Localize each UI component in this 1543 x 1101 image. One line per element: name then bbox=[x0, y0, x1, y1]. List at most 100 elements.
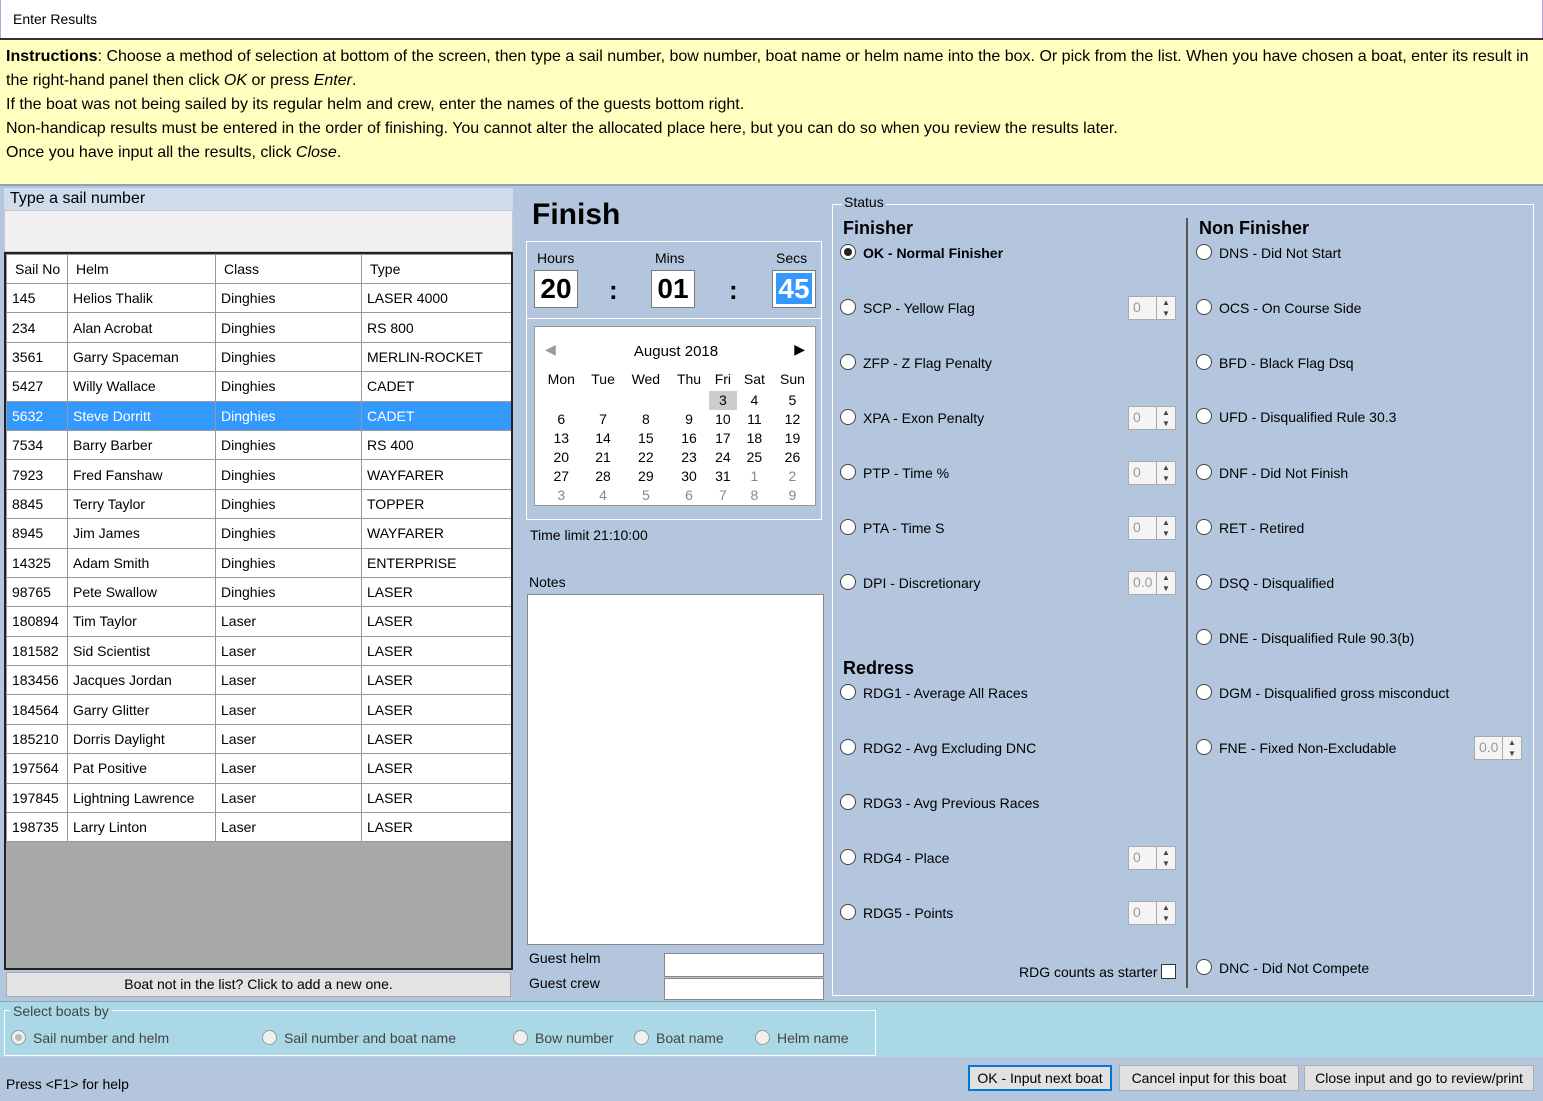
calendar-day[interactable]: 3 bbox=[539, 486, 584, 505]
calendar-day[interactable]: 29 bbox=[623, 467, 670, 486]
spinner-arrows-icon[interactable]: ▲ ▼ bbox=[1156, 517, 1175, 539]
nonfinisher-radio[interactable] bbox=[1196, 574, 1212, 590]
nonfinisher-radio[interactable] bbox=[1196, 684, 1212, 700]
column-header[interactable]: Class bbox=[215, 254, 362, 284]
spinner-arrows-icon[interactable]: ▲ ▼ bbox=[1156, 902, 1175, 924]
finisher-radio[interactable] bbox=[840, 464, 856, 480]
redress-radio[interactable] bbox=[840, 849, 856, 865]
nonfinisher-radio[interactable] bbox=[1196, 464, 1212, 480]
spinner-arrows-icon[interactable]: ▲ ▼ bbox=[1502, 737, 1521, 759]
calendar-day[interactable]: 16 bbox=[669, 429, 709, 448]
calendar-day[interactable]: 31 bbox=[709, 467, 737, 486]
calendar-day[interactable]: 21 bbox=[584, 448, 623, 467]
redress-radio[interactable] bbox=[840, 684, 856, 700]
table-row[interactable]: 5427 Willy Wallace Dinghies CADET bbox=[6, 371, 511, 402]
calendar-day[interactable]: 6 bbox=[539, 410, 584, 429]
calendar-day[interactable]: 23 bbox=[669, 448, 709, 467]
redress-spinner[interactable]: 0 ▲ ▼ bbox=[1128, 901, 1176, 925]
spinner-arrows-icon[interactable]: ▲ ▼ bbox=[1156, 462, 1175, 484]
select-by-radio[interactable] bbox=[513, 1030, 528, 1045]
next-month-icon[interactable]: ▶ bbox=[794, 341, 805, 358]
finisher-radio[interactable] bbox=[840, 519, 856, 535]
calendar-day[interactable]: 19 bbox=[772, 429, 813, 448]
mins-input[interactable]: 01 bbox=[651, 270, 695, 308]
nonfinisher-radio[interactable] bbox=[1196, 244, 1212, 260]
calendar-day[interactable]: 28 bbox=[584, 467, 623, 486]
calendar-day[interactable]: 27 bbox=[539, 467, 584, 486]
calendar-day[interactable]: 8 bbox=[623, 410, 670, 429]
calendar-day[interactable]: 26 bbox=[772, 448, 813, 467]
calendar-day[interactable]: 12 bbox=[772, 410, 813, 429]
calendar-day[interactable]: 1 bbox=[737, 467, 772, 486]
table-row[interactable]: 183456 Jacques Jordan Laser LASER bbox=[6, 665, 511, 696]
calendar-day[interactable]: 10 bbox=[709, 410, 737, 429]
column-header[interactable]: Sail No bbox=[6, 254, 68, 284]
calendar-day[interactable]: 11 bbox=[737, 410, 772, 429]
finisher-spinner[interactable]: 0.0 ▲ ▼ bbox=[1128, 571, 1176, 595]
calendar-day[interactable]: 4 bbox=[737, 391, 772, 410]
nonfinisher-radio[interactable] bbox=[1196, 354, 1212, 370]
redress-radio[interactable] bbox=[840, 794, 856, 810]
select-by-radio[interactable] bbox=[11, 1030, 26, 1045]
table-row[interactable]: 185210 Dorris Daylight Laser LASER bbox=[6, 723, 511, 755]
calendar-month[interactable]: August 2018 bbox=[535, 343, 817, 360]
table-row[interactable]: 3561 Garry Spaceman Dinghies MERLIN-ROCKET bbox=[6, 341, 511, 373]
finisher-spinner[interactable]: 0 ▲ ▼ bbox=[1128, 406, 1176, 430]
calendar-day[interactable]: 17 bbox=[709, 429, 737, 448]
calendar-day[interactable]: 8 bbox=[737, 486, 772, 505]
table-row[interactable]: 234 Alan Acrobat Dinghies RS 800 bbox=[6, 312, 511, 343]
finisher-radio[interactable] bbox=[840, 244, 856, 260]
select-by-radio[interactable] bbox=[634, 1030, 649, 1045]
ok-next-button[interactable]: OK - Input next boat bbox=[968, 1065, 1112, 1091]
calendar-day[interactable]: 2 bbox=[772, 467, 813, 486]
calendar[interactable]: ◀ August 2018 ▶ Mon Tue Wed Thu Fri Sat Sun 34… bbox=[534, 326, 816, 506]
secs-input[interactable]: 45 bbox=[772, 270, 816, 308]
notes-textarea[interactable] bbox=[527, 594, 824, 945]
calendar-day[interactable]: 4 bbox=[584, 486, 623, 505]
rdg-counts-checkbox[interactable] bbox=[1161, 964, 1176, 979]
guest-helm-input[interactable] bbox=[664, 953, 824, 977]
guest-crew-input[interactable] bbox=[664, 978, 824, 1000]
table-row[interactable]: 98765 Pete Swallow Dinghies LASER bbox=[6, 576, 511, 608]
calendar-day[interactable]: 3 bbox=[708, 391, 737, 410]
calendar-day[interactable]: 20 bbox=[539, 448, 584, 467]
nonfinisher-radio[interactable] bbox=[1196, 629, 1212, 645]
spinner-arrows-icon[interactable]: ▲ ▼ bbox=[1156, 407, 1175, 429]
table-row[interactable]: 7923 Fred Fanshaw Dinghies WAYFARER bbox=[6, 459, 511, 490]
finisher-spinner[interactable]: 0 ▲ ▼ bbox=[1128, 516, 1176, 540]
finisher-radio[interactable] bbox=[840, 574, 856, 590]
calendar-day[interactable]: 13 bbox=[539, 429, 584, 448]
finisher-radio[interactable] bbox=[840, 409, 856, 425]
calendar-day[interactable]: 15 bbox=[623, 429, 670, 448]
add-boat-button[interactable]: Boat not in the list? Click to add a new… bbox=[6, 972, 511, 997]
redress-radio[interactable] bbox=[840, 904, 856, 920]
calendar-grid[interactable]: Mon Tue Wed Thu Fri Sat Sun 3 4 5 6 7 8 9 10 11 12 13 14 1… bbox=[539, 367, 813, 505]
finisher-spinner[interactable]: 0 ▲ ▼ bbox=[1128, 296, 1176, 320]
calendar-day[interactable]: 9 bbox=[772, 486, 813, 505]
calendar-day[interactable]: 22 bbox=[623, 448, 670, 467]
calendar-day[interactable]: 24 bbox=[709, 448, 737, 467]
boat-list[interactable]: Sail No Helm Class Type 145 Helios Thalik Din… bbox=[4, 252, 513, 970]
search-input[interactable] bbox=[4, 210, 513, 252]
calendar-day[interactable]: 7 bbox=[709, 486, 737, 505]
table-row[interactable]: 5632 Steve Dorritt Dinghies CADET bbox=[6, 400, 511, 431]
close-review-button[interactable]: Close input and go to review/print bbox=[1304, 1065, 1534, 1091]
calendar-day[interactable]: 7 bbox=[584, 410, 623, 429]
table-row[interactable]: 181582 Sid Scientist Laser LASER bbox=[6, 635, 511, 667]
spinner-arrows-icon[interactable]: ▲ ▼ bbox=[1156, 572, 1175, 594]
dnc-radio[interactable] bbox=[1196, 959, 1212, 975]
table-row[interactable]: 8945 Jim James Dinghies WAYFARER bbox=[6, 518, 511, 549]
boat-table[interactable]: Sail No Helm Class Type 145 Helios Thalik Din… bbox=[6, 254, 511, 843]
table-row[interactable]: 180894 Tim Taylor Laser LASER bbox=[6, 606, 511, 637]
select-by-radio[interactable] bbox=[262, 1030, 277, 1045]
calendar-day[interactable]: 30 bbox=[669, 467, 709, 486]
finisher-radio[interactable] bbox=[840, 299, 856, 315]
calendar-day[interactable]: 5 bbox=[623, 486, 670, 505]
nonfinisher-radio[interactable] bbox=[1196, 408, 1212, 424]
spinner-arrows-icon[interactable]: ▲ ▼ bbox=[1156, 297, 1175, 319]
nonfinisher-radio[interactable] bbox=[1196, 299, 1212, 315]
calendar-day[interactable]: 14 bbox=[584, 429, 623, 448]
nonfinisher-spinner[interactable]: 0.0 ▲ ▼ bbox=[1474, 736, 1522, 760]
calendar-day[interactable]: 9 bbox=[669, 410, 709, 429]
nonfinisher-radio[interactable] bbox=[1196, 519, 1212, 535]
